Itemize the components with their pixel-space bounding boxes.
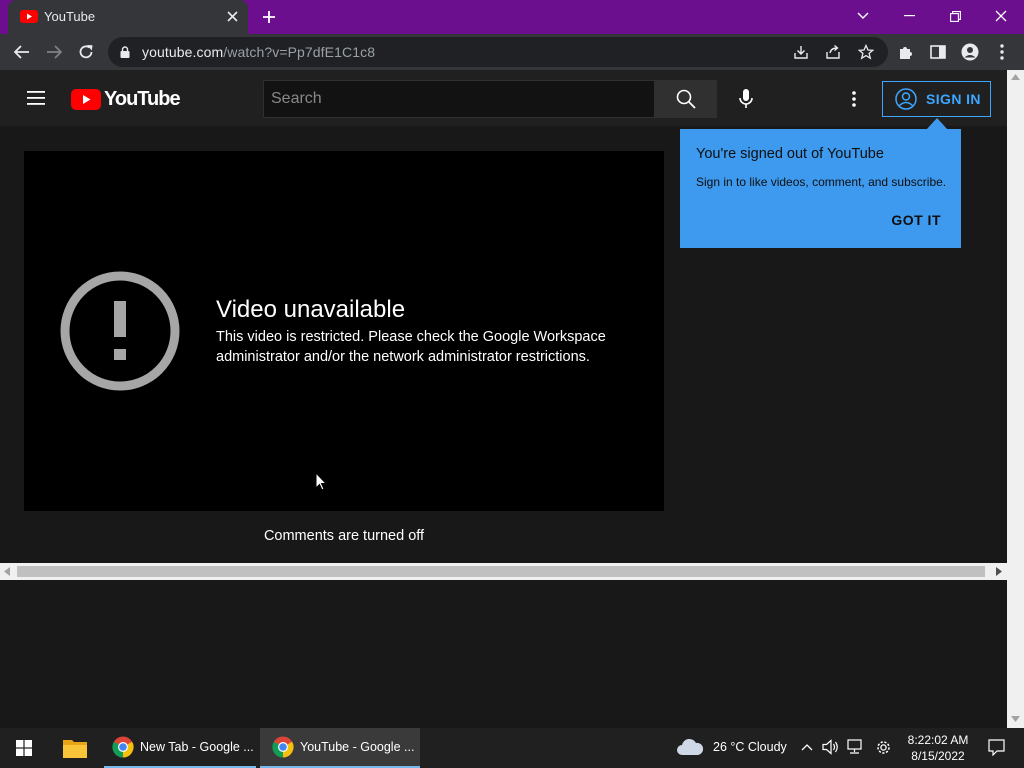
account-circle-icon bbox=[895, 88, 917, 110]
page-blank-area bbox=[0, 580, 1007, 728]
scroll-up-icon[interactable] bbox=[1011, 74, 1020, 80]
side-panel-icon bbox=[930, 45, 946, 59]
scroll-left-icon[interactable] bbox=[4, 567, 10, 576]
install-app-icon[interactable] bbox=[793, 44, 809, 60]
system-clock[interactable]: 8:22:02 AM 8/15/2022 bbox=[904, 732, 972, 764]
youtube-logo-icon bbox=[71, 89, 101, 110]
chrome-menu-button[interactable] bbox=[986, 34, 1018, 70]
restore-button[interactable] bbox=[932, 0, 978, 32]
reload-icon bbox=[79, 45, 93, 59]
address-bar[interactable]: youtube.com/watch?v=Pp7dfE1C1c8 bbox=[108, 37, 888, 67]
new-tab-icon[interactable] bbox=[262, 10, 276, 24]
vertical-scrollbar[interactable] bbox=[1007, 70, 1024, 728]
youtube-favicon-icon bbox=[20, 10, 38, 23]
restore-icon bbox=[949, 10, 961, 22]
profile-button[interactable] bbox=[954, 34, 986, 70]
chevron-up-icon[interactable] bbox=[801, 743, 813, 751]
taskbar-app-label: New Tab - Google ... bbox=[140, 740, 254, 754]
search-icon bbox=[676, 89, 696, 109]
clock-date: 8/15/2022 bbox=[911, 749, 965, 763]
sign-in-button[interactable]: SIGN IN bbox=[882, 81, 991, 117]
sign-in-label: SIGN IN bbox=[926, 91, 981, 107]
chrome-icon bbox=[272, 736, 294, 758]
close-icon bbox=[995, 10, 1007, 22]
error-title: Video unavailable bbox=[216, 296, 406, 323]
settings-menu-icon[interactable] bbox=[852, 91, 856, 107]
tab-title: YouTube bbox=[44, 9, 96, 24]
tab-close-icon[interactable] bbox=[227, 11, 238, 22]
minimize-icon bbox=[903, 15, 915, 17]
got-it-button[interactable]: GOT IT bbox=[891, 212, 941, 228]
extensions-button[interactable] bbox=[890, 34, 922, 70]
horizontal-scrollbar[interactable] bbox=[0, 563, 1007, 580]
arrow-left-icon bbox=[14, 45, 29, 59]
folder-icon bbox=[63, 740, 87, 758]
youtube-logo[interactable]: YouTube bbox=[71, 88, 181, 111]
puzzle-icon bbox=[900, 47, 912, 59]
signed-out-popup: You're signed out of YouTube Sign in to … bbox=[680, 129, 961, 248]
popup-title: You're signed out of YouTube bbox=[696, 146, 884, 162]
url-text[interactable]: youtube.com/watch?v=Pp7dfE1C1c8 bbox=[142, 44, 375, 60]
taskbar-app-new-tab[interactable]: New Tab - Google ... bbox=[104, 728, 256, 768]
horizontal-scroll-thumb[interactable] bbox=[17, 566, 985, 577]
side-panel-button[interactable] bbox=[922, 34, 954, 70]
windows-logo-icon bbox=[16, 740, 32, 756]
browser-toolbar: youtube.com/watch?v=Pp7dfE1C1c8 bbox=[0, 34, 1024, 70]
error-exclamation-icon bbox=[60, 271, 180, 391]
url-path: /watch?v=Pp7dfE1C1c8 bbox=[223, 44, 376, 60]
notification-icon[interactable] bbox=[988, 739, 1005, 756]
browser-tab-youtube[interactable]: YouTube bbox=[8, 0, 248, 34]
gear-icon[interactable] bbox=[875, 739, 892, 756]
weather-cloud-icon[interactable] bbox=[676, 737, 704, 757]
mouse-cursor-icon bbox=[315, 472, 327, 491]
kebab-menu-icon bbox=[1000, 44, 1004, 60]
microphone-icon bbox=[739, 89, 753, 108]
comments-status: Comments are turned off bbox=[263, 528, 425, 544]
scroll-right-icon[interactable] bbox=[996, 567, 1002, 576]
close-window-button[interactable] bbox=[978, 0, 1024, 32]
share-icon[interactable] bbox=[825, 44, 841, 60]
weather-text[interactable]: 26 °C Cloudy bbox=[713, 740, 787, 754]
speaker-icon[interactable] bbox=[822, 739, 840, 755]
video-player[interactable]: Video unavailable This video is restrict… bbox=[24, 151, 664, 511]
reload-button[interactable] bbox=[70, 34, 102, 70]
file-explorer-button[interactable] bbox=[52, 728, 98, 768]
search-input[interactable]: Search bbox=[263, 80, 655, 118]
back-button[interactable] bbox=[6, 34, 38, 70]
taskbar-app-label: YouTube - Google ... bbox=[300, 740, 415, 754]
start-button[interactable] bbox=[0, 728, 48, 768]
scroll-down-icon[interactable] bbox=[1011, 716, 1020, 722]
youtube-masthead: YouTube Search SIGN IN bbox=[0, 70, 1007, 126]
windows-taskbar: New Tab - Google ... YouTube - Google ..… bbox=[0, 728, 1024, 768]
hamburger-menu-icon[interactable] bbox=[27, 91, 45, 105]
popup-text: Sign in to like videos, comment, and sub… bbox=[696, 175, 947, 189]
taskbar-app-youtube[interactable]: YouTube - Google ... bbox=[260, 728, 420, 768]
search-placeholder: Search bbox=[271, 90, 322, 107]
search-button[interactable] bbox=[655, 80, 717, 118]
chrome-icon bbox=[112, 736, 134, 758]
profile-icon bbox=[961, 43, 979, 61]
chevron-down-icon bbox=[857, 12, 869, 19]
network-icon[interactable] bbox=[847, 739, 865, 755]
tab-search-button[interactable] bbox=[840, 0, 886, 32]
forward-button[interactable] bbox=[38, 34, 70, 70]
clock-time: 8:22:02 AM bbox=[907, 733, 969, 747]
minimize-button[interactable] bbox=[886, 0, 932, 32]
voice-search-button[interactable] bbox=[727, 80, 765, 118]
browser-titlebar: YouTube bbox=[0, 0, 1024, 34]
error-message: This video is restricted. Please check t… bbox=[216, 329, 606, 365]
arrow-right-icon bbox=[47, 45, 62, 59]
youtube-logo-text: YouTube bbox=[104, 88, 181, 110]
url-host: youtube.com bbox=[142, 44, 224, 60]
lock-icon[interactable] bbox=[120, 46, 130, 58]
page-viewport: YouTube Search SIGN IN Video unavailable… bbox=[0, 70, 1007, 563]
bookmark-star-icon[interactable] bbox=[858, 44, 874, 60]
